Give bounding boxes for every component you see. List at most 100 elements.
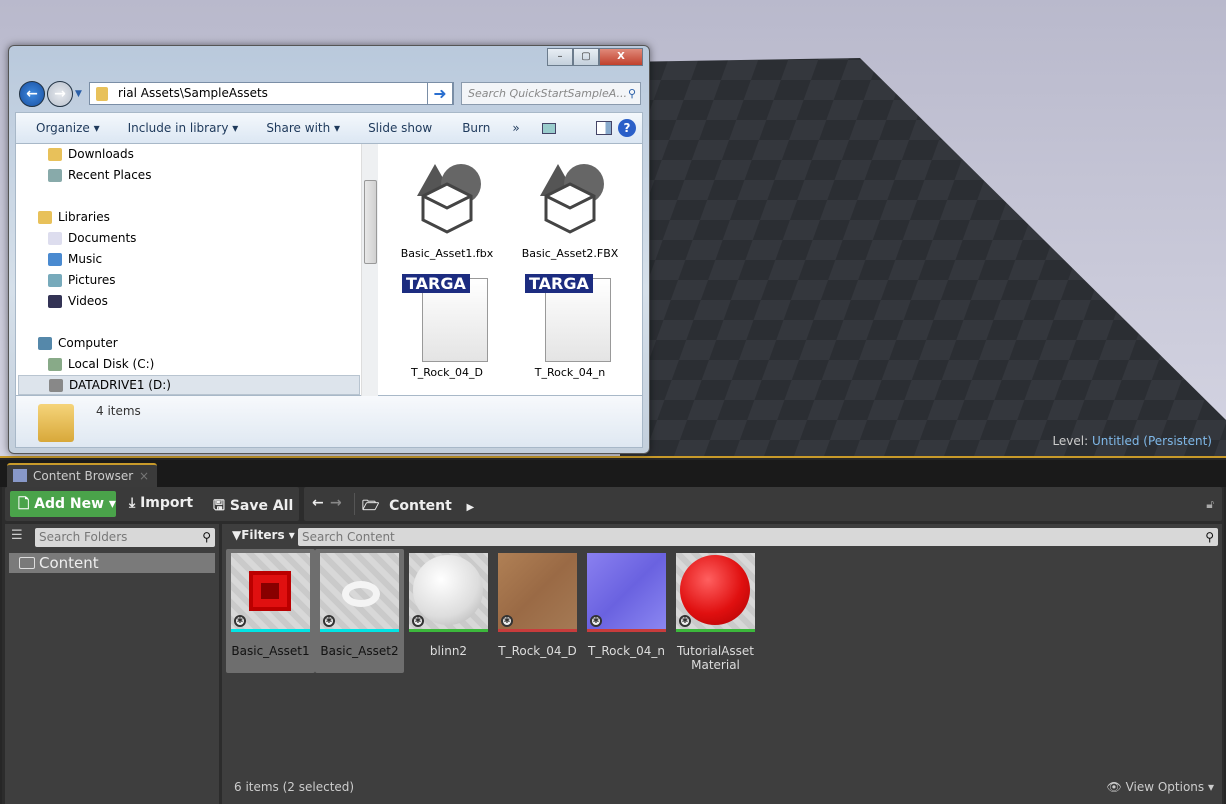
go-button[interactable]: ➜ — [427, 82, 453, 105]
asset-name: TutorialAsset Material — [677, 644, 754, 672]
search-placeholder: Search QuickStartSampleA... — [468, 87, 627, 100]
forward-button[interactable]: → — [47, 81, 73, 107]
caret-right-icon[interactable]: ▶ — [466, 502, 474, 513]
tab-label: Content Browser — [33, 469, 134, 483]
save-all-button[interactable]: 🖫 Save All — [213, 495, 293, 519]
asset-thumbnail: ✱ — [587, 553, 666, 632]
asset-tile[interactable]: ✱ Basic_Asset1 — [226, 549, 315, 673]
file-name: T_Rock_04_n — [534, 366, 606, 379]
asset-thumbnail: ✱ — [231, 553, 310, 632]
search-icon: ⚲ — [1205, 530, 1214, 544]
file-item[interactable]: TARGA T_Rock_04_n — [515, 274, 625, 379]
close-tab-icon[interactable]: × — [139, 465, 149, 487]
open-folder-icon: 🗁 — [362, 498, 380, 514]
file-explorer-window[interactable]: – ▢ X ← → ▼ rial Assets\SampleAssets▼ ➜ … — [8, 45, 650, 454]
download-icon: ⤓ — [129, 495, 136, 511]
tree-item-documents[interactable]: Documents — [48, 228, 136, 248]
tree-label: Libraries — [58, 210, 110, 224]
filters-button[interactable]: ▼Filters ▾ — [232, 528, 295, 542]
content-browser-icon — [13, 469, 27, 482]
save-icon: 🖫 — [213, 498, 225, 514]
address-bar[interactable]: rial Assets\SampleAssets▼ — [89, 82, 454, 105]
view-icon[interactable] — [541, 122, 556, 134]
include-in-library-menu[interactable]: Include in library ▾ — [128, 121, 239, 135]
asset-tile[interactable]: ✱ T_Rock_04_n — [582, 549, 671, 673]
search-content-input[interactable]: Search Content ⚲ — [298, 528, 1218, 546]
view-options-label: View Options — [1125, 780, 1205, 794]
more-commands-button[interactable]: » — [512, 121, 519, 135]
share-with-menu[interactable]: Share with ▾ — [266, 121, 340, 135]
file-item[interactable]: Basic_Asset2.FBX — [515, 158, 625, 260]
file-item[interactable]: Basic_Asset1.fbx — [392, 158, 502, 260]
path-bar: ← → 🗁 Content ▶ 🔓︎ — [304, 487, 1222, 521]
fbx-file-icon — [417, 164, 481, 234]
tree-item-pictures[interactable]: Pictures — [48, 270, 116, 290]
folder-icon — [96, 87, 108, 101]
filters-label: Filters — [241, 528, 285, 542]
minimize-button[interactable]: – — [547, 48, 573, 66]
folder-item-content[interactable]: Content — [9, 553, 215, 573]
asset-star-icon: ✱ — [679, 615, 691, 627]
tree-item-libraries[interactable]: Libraries — [38, 207, 110, 227]
status-text: 6 items (2 selected) — [234, 780, 355, 794]
tree-label: Videos — [68, 294, 108, 308]
file-item[interactable]: TARGA T_Rock_04_D — [392, 274, 502, 379]
organize-menu[interactable]: Organize ▾ — [36, 121, 100, 135]
search-folders-input[interactable]: Search Folders ⚲ — [35, 528, 215, 547]
tab-content-browser[interactable]: Content Browser × — [7, 463, 157, 487]
asset-name: T_Rock_04_D — [498, 644, 577, 658]
history-dropdown-icon[interactable]: ▼ — [75, 89, 82, 99]
add-new-button[interactable]: 🗋 Add New ▾ — [10, 491, 116, 517]
lock-icon[interactable]: 🔓︎ — [1206, 497, 1214, 512]
back-arrow-icon[interactable]: ← — [312, 495, 324, 511]
tree-label: Computer — [58, 336, 118, 350]
tree-item-computer[interactable]: Computer — [38, 333, 118, 353]
asset-tile[interactable]: ✱ T_Rock_04_D — [493, 549, 582, 673]
level-name: Untitled (Persistent) — [1091, 434, 1212, 448]
tree-scrollbar[interactable] — [361, 144, 378, 396]
asset-name: Basic_Asset2 — [320, 644, 399, 658]
tree-item-videos[interactable]: Videos — [48, 291, 108, 311]
file-list: Basic_Asset1.fbx Basic_Asset2.FBX TARGA … — [380, 144, 642, 396]
asset-tile[interactable]: ✱ TutorialAsset Material — [671, 549, 760, 673]
folder-label: Content — [39, 554, 99, 572]
asset-tile[interactable]: ✱ Basic_Asset2 — [315, 549, 404, 673]
command-bar: Organize ▾ Include in library ▾ Share wi… — [15, 112, 643, 144]
maximize-button[interactable]: ▢ — [573, 48, 599, 66]
help-icon[interactable]: ? — [618, 119, 636, 137]
import-button[interactable]: ⤓ Import — [129, 495, 193, 511]
tree-label: Documents — [68, 231, 137, 245]
scrollbar-thumb[interactable] — [364, 180, 377, 264]
asset-thumbnail: ✱ — [676, 553, 755, 632]
asset-tile[interactable]: ✱ blinn2 — [404, 549, 493, 673]
burn-button[interactable]: Burn — [462, 121, 490, 135]
back-button[interactable]: ← — [19, 81, 45, 107]
slide-show-button[interactable]: Slide show — [368, 121, 432, 135]
targa-label: TARGA — [525, 274, 593, 293]
forward-arrow-icon[interactable]: → — [330, 495, 342, 511]
path-content[interactable]: 🗁 Content ▶ — [362, 495, 474, 519]
tree-label: Downloads — [68, 147, 134, 161]
asset-type-bar — [409, 629, 488, 632]
asset-star-icon: ✱ — [590, 615, 602, 627]
folder-icon — [19, 557, 35, 569]
asset-type-bar — [676, 629, 755, 632]
asset-thumbnail: ✱ — [409, 553, 488, 632]
preview-pane-icon[interactable] — [595, 121, 612, 135]
close-button[interactable]: X — [599, 48, 643, 66]
tree-item-datadrive[interactable]: DATADRIVE1 (D:) — [18, 375, 360, 395]
search-icon: ⚲ — [202, 530, 211, 544]
tree-item-local-disk[interactable]: Local Disk (C:) — [48, 354, 154, 374]
search-input[interactable]: Search QuickStartSampleA... ⚲ — [461, 82, 641, 105]
file-name: Basic_Asset2.FBX — [521, 247, 619, 260]
folder-panel: ☰ Search Folders ⚲ Content — [5, 524, 219, 804]
targa-file-icon: TARGA — [525, 274, 615, 362]
toggle-sources-icon[interactable]: ☰ — [11, 528, 23, 543]
level-label: Level: — [1052, 434, 1089, 448]
tree-item-downloads[interactable]: Downloads — [48, 144, 134, 164]
tree-item-music[interactable]: Music — [48, 249, 102, 269]
tree-item-recent-places[interactable]: Recent Places — [48, 165, 151, 185]
view-options-button[interactable]: 👁︎ View Options ▾ — [1107, 780, 1215, 794]
add-new-label: Add New — [34, 496, 105, 512]
tree-label: Music — [68, 252, 103, 266]
